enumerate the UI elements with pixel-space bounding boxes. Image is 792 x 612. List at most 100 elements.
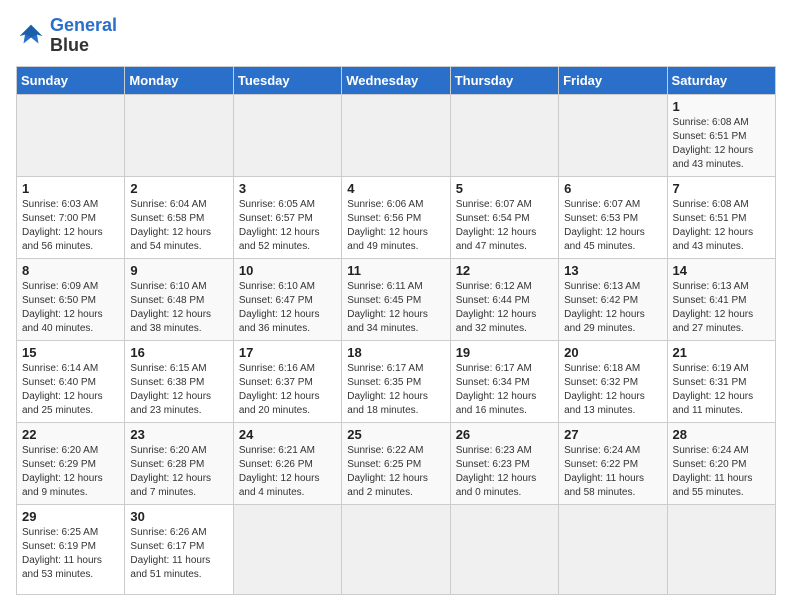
day-number: 22 [22,427,119,442]
day-info: Sunrise: 6:19 AMSunset: 6:31 PMDaylight:… [673,362,770,418]
day-number: 14 [673,263,770,278]
day-number: 18 [347,345,444,360]
day-number: 3 [239,181,336,196]
day-info: Sunrise: 6:24 AMSunset: 6:20 PMDaylight:… [673,444,770,500]
calendar-cell: 21 Sunrise: 6:19 AMSunset: 6:31 PMDaylig… [667,340,775,422]
calendar-week-row: 8 Sunrise: 6:09 AMSunset: 6:50 PMDayligh… [17,258,776,340]
day-number: 17 [239,345,336,360]
day-info: Sunrise: 6:20 AMSunset: 6:28 PMDaylight:… [130,444,227,500]
calendar-cell [125,94,233,176]
day-number: 6 [564,181,661,196]
calendar-cell: 18 Sunrise: 6:17 AMSunset: 6:35 PMDaylig… [342,340,450,422]
day-info: Sunrise: 6:18 AMSunset: 6:32 PMDaylight:… [564,362,661,418]
calendar-cell: 27 Sunrise: 6:24 AMSunset: 6:22 PMDaylig… [559,422,667,504]
day-info: Sunrise: 6:24 AMSunset: 6:22 PMDaylight:… [564,444,661,500]
column-header-wednesday: Wednesday [342,66,450,94]
column-header-monday: Monday [125,66,233,94]
day-info: Sunrise: 6:09 AMSunset: 6:50 PMDaylight:… [22,280,119,336]
day-info: Sunrise: 6:20 AMSunset: 6:29 PMDaylight:… [22,444,119,500]
calendar-cell: 2 Sunrise: 6:04 AMSunset: 6:58 PMDayligh… [125,176,233,258]
calendar-cell: 15 Sunrise: 6:14 AMSunset: 6:40 PMDaylig… [17,340,125,422]
calendar-cell: 8 Sunrise: 6:09 AMSunset: 6:50 PMDayligh… [17,258,125,340]
day-number: 8 [22,263,119,278]
day-number: 23 [130,427,227,442]
day-number: 19 [456,345,553,360]
calendar-cell: 17 Sunrise: 6:16 AMSunset: 6:37 PMDaylig… [233,340,341,422]
day-info: Sunrise: 6:17 AMSunset: 6:34 PMDaylight:… [456,362,553,418]
calendar-cell [17,94,125,176]
day-info: Sunrise: 6:23 AMSunset: 6:23 PMDaylight:… [456,444,553,500]
day-number: 25 [347,427,444,442]
calendar-cell: 26 Sunrise: 6:23 AMSunset: 6:23 PMDaylig… [450,422,558,504]
calendar-cell: 20 Sunrise: 6:18 AMSunset: 6:32 PMDaylig… [559,340,667,422]
day-number: 20 [564,345,661,360]
calendar-cell: 22 Sunrise: 6:20 AMSunset: 6:29 PMDaylig… [17,422,125,504]
calendar-cell: 30 Sunrise: 6:26 AMSunset: 6:17 PMDaylig… [125,504,233,594]
column-header-thursday: Thursday [450,66,558,94]
calendar-week-row: 29 Sunrise: 6:25 AMSunset: 6:19 PMDaylig… [17,504,776,594]
calendar-cell: 14 Sunrise: 6:13 AMSunset: 6:41 PMDaylig… [667,258,775,340]
day-number: 7 [673,181,770,196]
calendar-cell: 12 Sunrise: 6:12 AMSunset: 6:44 PMDaylig… [450,258,558,340]
day-info: Sunrise: 6:15 AMSunset: 6:38 PMDaylight:… [130,362,227,418]
day-info: Sunrise: 6:25 AMSunset: 6:19 PMDaylight:… [22,526,119,582]
column-header-friday: Friday [559,66,667,94]
calendar-week-row: 22 Sunrise: 6:20 AMSunset: 6:29 PMDaylig… [17,422,776,504]
calendar-cell [559,94,667,176]
column-header-tuesday: Tuesday [233,66,341,94]
calendar-cell: 4 Sunrise: 6:06 AMSunset: 6:56 PMDayligh… [342,176,450,258]
calendar-cell: 24 Sunrise: 6:21 AMSunset: 6:26 PMDaylig… [233,422,341,504]
day-info: Sunrise: 6:04 AMSunset: 6:58 PMDaylight:… [130,198,227,254]
day-number: 30 [130,509,227,524]
calendar-cell: 13 Sunrise: 6:13 AMSunset: 6:42 PMDaylig… [559,258,667,340]
day-number: 1 [673,99,770,114]
day-info: Sunrise: 6:08 AMSunset: 6:51 PMDaylight:… [673,116,770,172]
day-number: 24 [239,427,336,442]
calendar-cell: 3 Sunrise: 6:05 AMSunset: 6:57 PMDayligh… [233,176,341,258]
day-number: 9 [130,263,227,278]
day-number: 12 [456,263,553,278]
day-number: 27 [564,427,661,442]
calendar-table: SundayMondayTuesdayWednesdayThursdayFrid… [16,66,776,595]
calendar-cell: 5 Sunrise: 6:07 AMSunset: 6:54 PMDayligh… [450,176,558,258]
day-info: Sunrise: 6:22 AMSunset: 6:25 PMDaylight:… [347,444,444,500]
day-info: Sunrise: 6:11 AMSunset: 6:45 PMDaylight:… [347,280,444,336]
calendar-cell: 23 Sunrise: 6:20 AMSunset: 6:28 PMDaylig… [125,422,233,504]
day-number: 5 [456,181,553,196]
calendar-cell [233,94,341,176]
day-info: Sunrise: 6:26 AMSunset: 6:17 PMDaylight:… [130,526,227,582]
day-number: 11 [347,263,444,278]
day-number: 15 [22,345,119,360]
day-number: 2 [130,181,227,196]
day-info: Sunrise: 6:17 AMSunset: 6:35 PMDaylight:… [347,362,444,418]
day-info: Sunrise: 6:07 AMSunset: 6:53 PMDaylight:… [564,198,661,254]
day-info: Sunrise: 6:05 AMSunset: 6:57 PMDaylight:… [239,198,336,254]
calendar-cell: 6 Sunrise: 6:07 AMSunset: 6:53 PMDayligh… [559,176,667,258]
day-number: 4 [347,181,444,196]
calendar-header-row: SundayMondayTuesdayWednesdayThursdayFrid… [17,66,776,94]
calendar-cell [450,504,558,594]
calendar-cell [667,504,775,594]
calendar-cell: 9 Sunrise: 6:10 AMSunset: 6:48 PMDayligh… [125,258,233,340]
column-header-sunday: Sunday [17,66,125,94]
day-info: Sunrise: 6:14 AMSunset: 6:40 PMDaylight:… [22,362,119,418]
calendar-cell [342,504,450,594]
logo-text: GeneralBlue [50,16,117,56]
page-header: GeneralBlue [16,16,776,56]
day-number: 29 [22,509,119,524]
day-number: 13 [564,263,661,278]
day-info: Sunrise: 6:06 AMSunset: 6:56 PMDaylight:… [347,198,444,254]
calendar-week-row: 1 Sunrise: 6:03 AMSunset: 7:00 PMDayligh… [17,176,776,258]
day-number: 21 [673,345,770,360]
calendar-week-row: 1 Sunrise: 6:08 AMSunset: 6:51 PMDayligh… [17,94,776,176]
calendar-cell: 16 Sunrise: 6:15 AMSunset: 6:38 PMDaylig… [125,340,233,422]
column-header-saturday: Saturday [667,66,775,94]
day-info: Sunrise: 6:16 AMSunset: 6:37 PMDaylight:… [239,362,336,418]
day-info: Sunrise: 6:10 AMSunset: 6:47 PMDaylight:… [239,280,336,336]
day-info: Sunrise: 6:07 AMSunset: 6:54 PMDaylight:… [456,198,553,254]
calendar-cell: 25 Sunrise: 6:22 AMSunset: 6:25 PMDaylig… [342,422,450,504]
logo: GeneralBlue [16,16,117,56]
calendar-cell: 29 Sunrise: 6:25 AMSunset: 6:19 PMDaylig… [17,504,125,594]
calendar-cell [559,504,667,594]
day-number: 28 [673,427,770,442]
